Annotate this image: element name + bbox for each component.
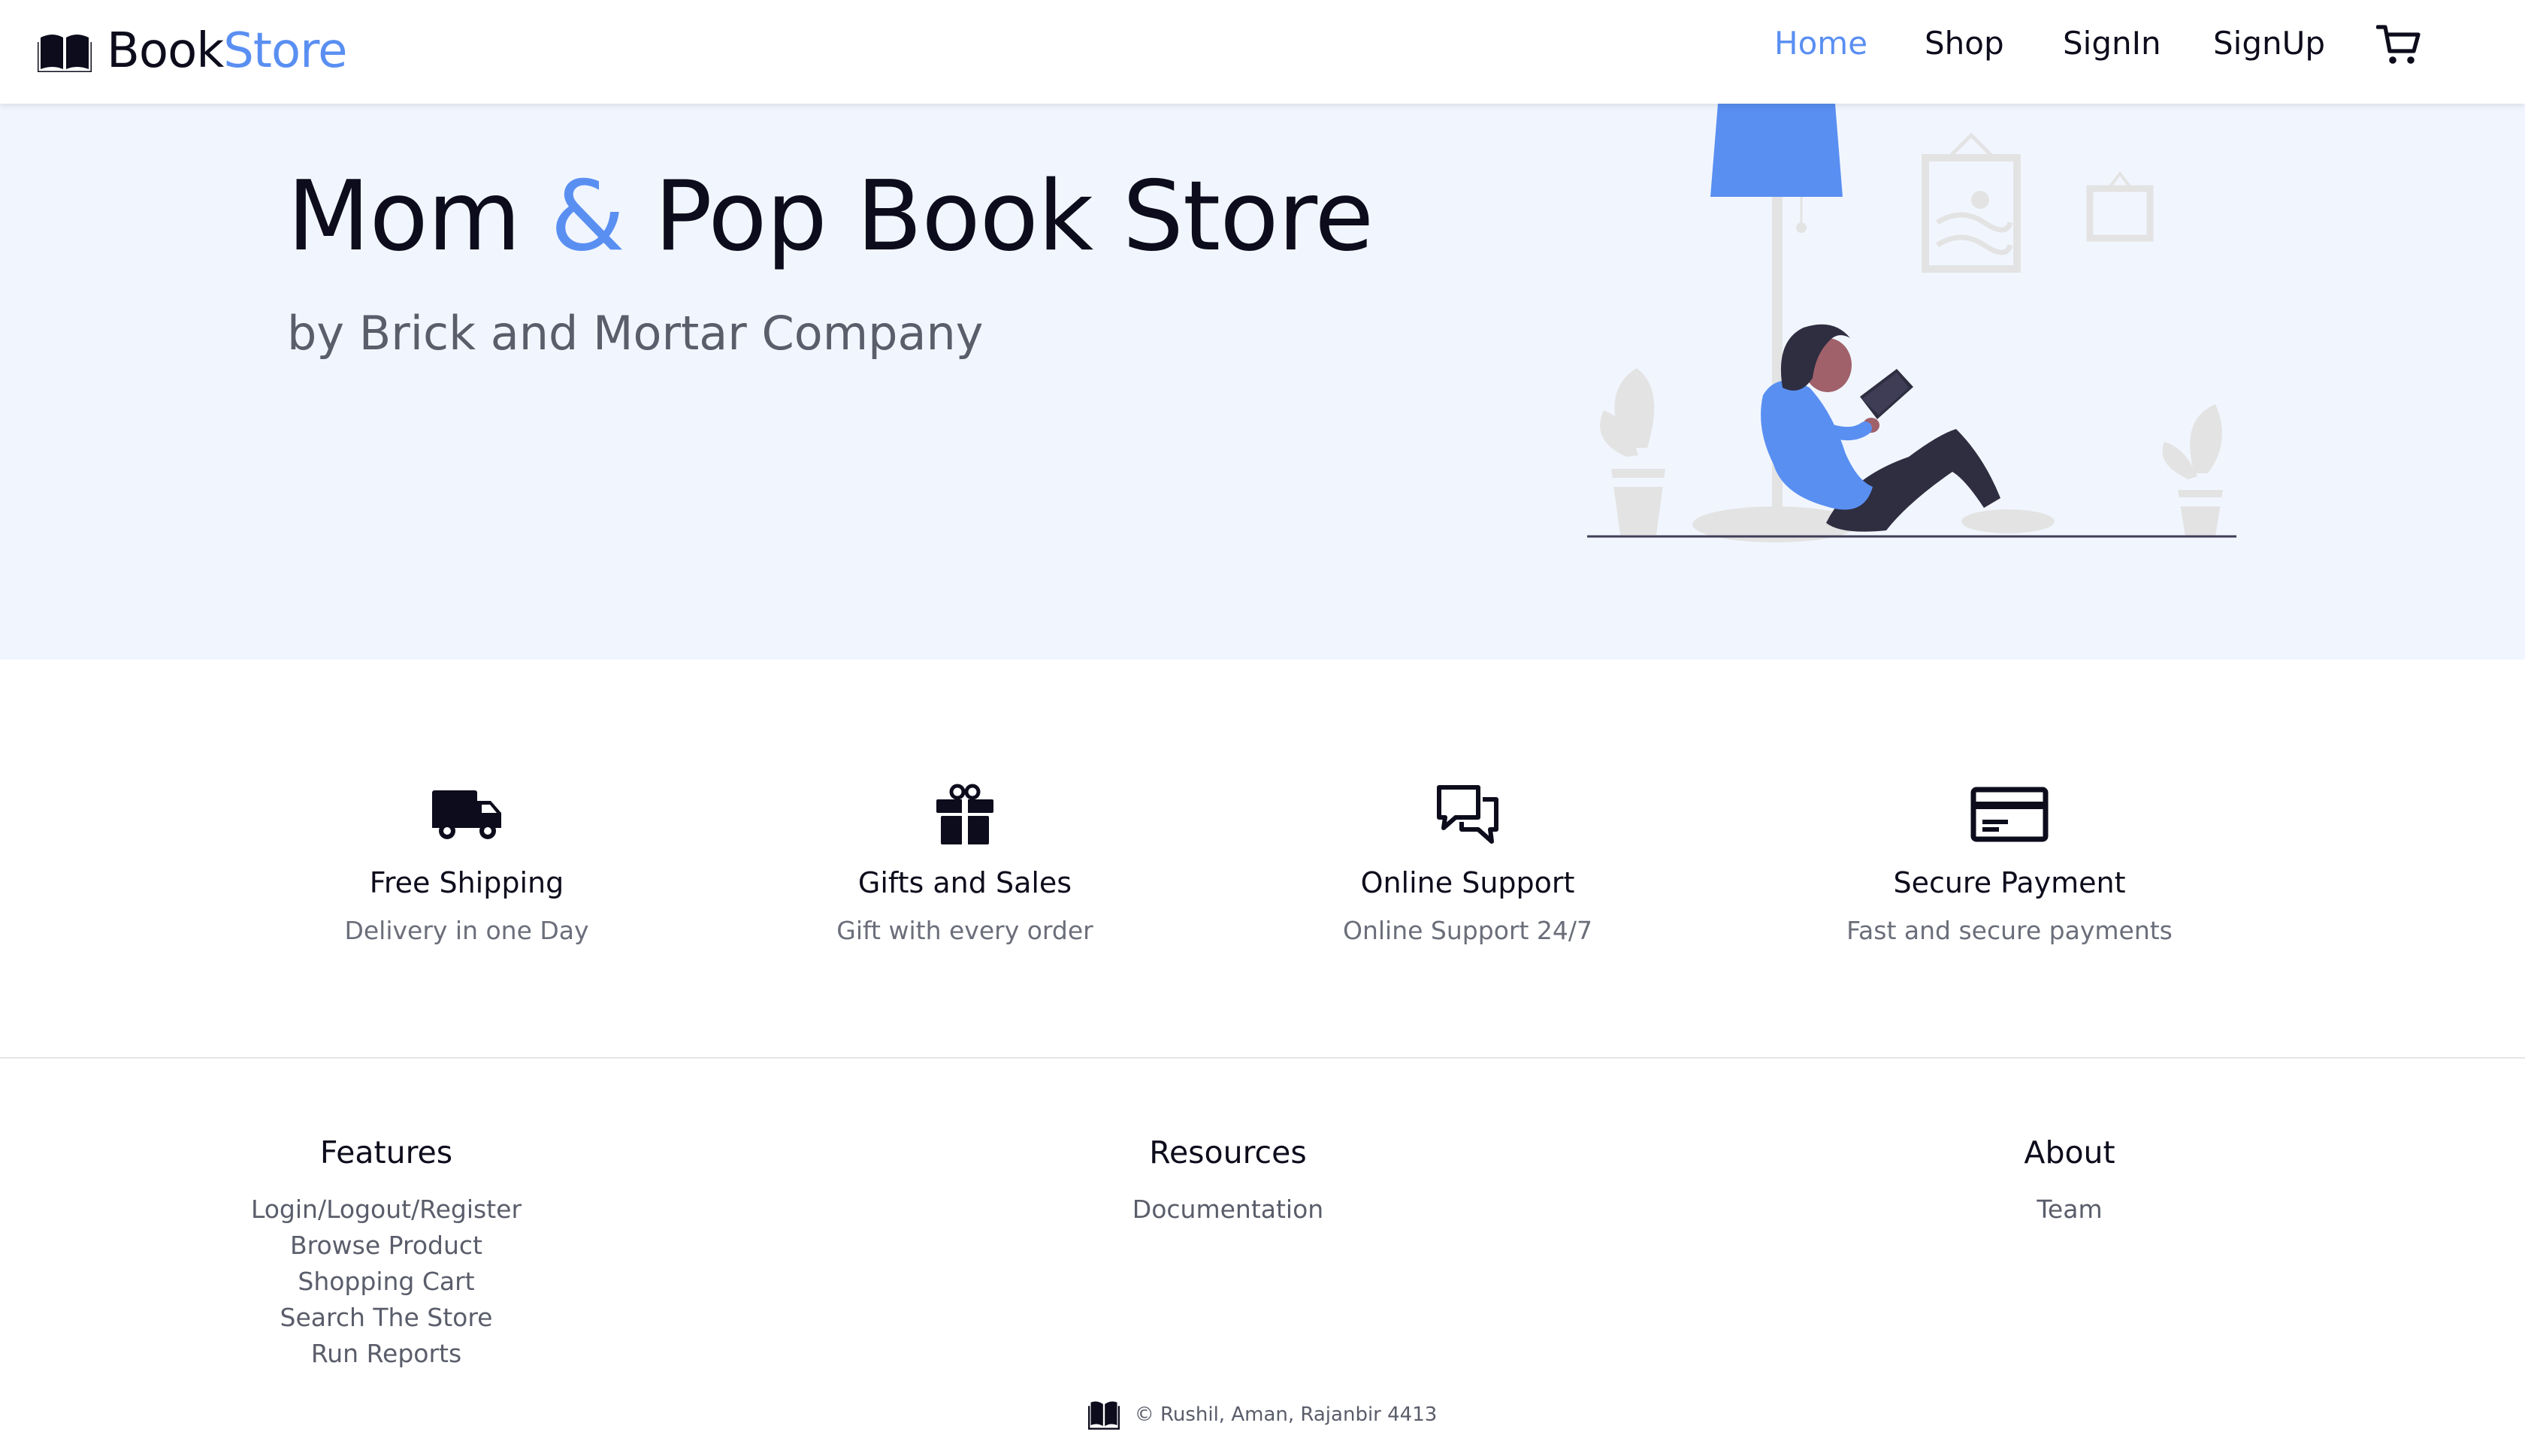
nav-signup-link[interactable]: SignUp [2213,23,2325,65]
navbar: BookStore Home Shop SignIn SignUp [0,0,2525,104]
cart-icon [2376,25,2421,64]
feature-description: Online Support 24/7 [1343,916,1592,945]
footer-link-shopping-cart[interactable]: Shopping Cart [123,1264,649,1300]
hero-title-part1: Mom [287,161,521,273]
footer-link-login[interactable]: Login/Logout/Register [123,1192,649,1228]
nav-signin-link[interactable]: SignIn [2063,23,2161,65]
footer-heading: About [2024,1134,2115,1171]
footer-features-column: Features Login/Logout/Register Browse Pr… [123,1133,649,1372]
footer-link-documentation[interactable]: Documentation [965,1192,1491,1228]
credit-card-icon [1970,787,2049,842]
footer-link-browse-product[interactable]: Browse Product [123,1228,649,1264]
brand-name-part1: Book [107,23,224,79]
hero-title: Mom & Pop Book Store [287,161,1374,273]
feature-description: Gift with every order [836,916,1093,945]
nav-shop-link[interactable]: Shop [1925,23,2004,65]
feature-description: Delivery in one Day [344,916,589,945]
feature-title: Gifts and Sales [857,866,1072,899]
open-book-icon [38,35,92,72]
hero-section: Mom & Pop Book Store by Brick and Mortar… [0,104,2525,660]
open-book-icon [1087,1401,1120,1430]
hero-title-part2: Pop Book Store [654,161,1374,273]
feature-online-support: Online Support Online Support 24/7 [1272,781,1663,947]
hero-title-ampersand: & [550,161,625,273]
feature-description: Fast and secure payments [1846,916,2173,945]
nav-home-link[interactable]: Home [1774,23,1867,65]
footer-link-team[interactable]: Team [1807,1192,2333,1228]
brand-logo[interactable]: BookStore [38,23,347,80]
brand-name: BookStore [107,23,347,80]
copyright-bar: © Rushil, Aman, Rajanbir 4413 [0,1399,2525,1430]
feature-title: Online Support [1360,866,1575,899]
feature-secure-payment: Secure Payment Fast and secure payments [1814,781,2205,947]
feature-title: Secure Payment [1893,866,2126,899]
truck-icon [432,790,501,839]
cart-button[interactable] [2376,24,2421,66]
feature-title: Free Shipping [369,866,564,899]
footer-link-run-reports[interactable]: Run Reports [123,1336,649,1372]
footer-link-search-store[interactable]: Search The Store [123,1300,649,1336]
feature-gifts-and-sales: Gifts and Sales Gift with every order [770,781,1160,947]
chat-icon [1437,785,1498,844]
gift-icon [936,784,993,844]
hero-subtitle: by Brick and Mortar Company [287,306,984,361]
footer-about-column: About Team [1807,1133,2333,1228]
footer-heading: Features [319,1134,453,1171]
footer-heading: Resources [1149,1134,1307,1171]
woman-reading-illustration [1587,104,2236,542]
section-divider [0,1057,2525,1059]
brand-name-part2: Store [223,23,347,79]
footer-resources-column: Resources Documentation [965,1133,1491,1228]
feature-free-shipping: Free Shipping Delivery in one Day [271,781,662,947]
copyright-text: © Rushil, Aman, Rajanbir 4413 [1134,1403,1438,1426]
